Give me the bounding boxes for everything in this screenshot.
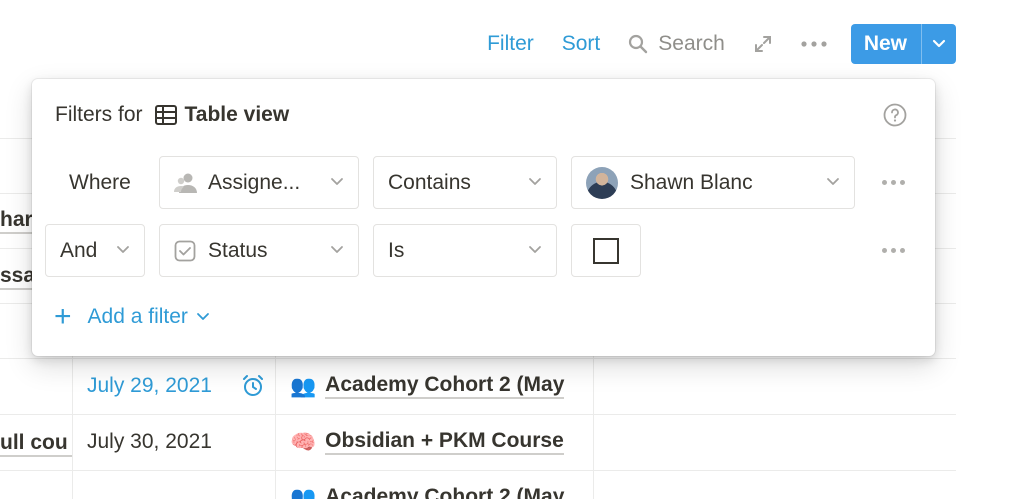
add-filter-label: Add a filter: [87, 305, 188, 328]
filter-popover: Filters for Table view Where Assigne...: [32, 79, 935, 356]
date-text: July 30, 2021: [87, 430, 212, 453]
chevron-down-icon: [331, 178, 343, 185]
filter-row-more-icon[interactable]: [882, 180, 905, 185]
add-filter-button[interactable]: + Add a filter: [54, 302, 210, 332]
project-link[interactable]: Academy Cohort 2 (May: [325, 373, 565, 399]
sort-button[interactable]: Sort: [562, 32, 601, 56]
chevron-down-icon: [331, 246, 343, 253]
project-link[interactable]: Obsidian + PKM Course: [325, 429, 564, 455]
chevron-down-icon: [827, 178, 839, 185]
table-cell-project[interactable]: 👥 Academy Cohort 2 (May: [290, 373, 593, 399]
database-toolbar: Filter Sort Search New: [487, 24, 956, 64]
filter-connector-select[interactable]: And: [45, 224, 145, 277]
filter-property-select[interactable]: Status: [159, 224, 359, 277]
search-button[interactable]: Search: [628, 32, 725, 56]
new-button-group: New: [850, 24, 956, 64]
search-icon: [629, 34, 648, 54]
filter-connector-where: Where: [69, 171, 131, 194]
chevron-down-icon: [932, 39, 946, 48]
filters-for-label: Filters for: [55, 103, 143, 126]
table-icon: [154, 105, 177, 125]
table-cell-name[interactable]: ssa: [0, 264, 36, 290]
filter-connector-label: And: [60, 238, 98, 262]
table-cell-date[interactable]: July 29, 2021: [87, 374, 212, 398]
people-emoji-icon: 👥: [290, 373, 317, 398]
chevron-down-icon: [529, 178, 541, 185]
filter-property-select[interactable]: Assigne...: [159, 156, 359, 209]
view-name: Table view: [184, 103, 290, 126]
chevron-down-icon: [117, 246, 129, 253]
help-icon[interactable]: [883, 103, 907, 132]
table-cell-name[interactable]: hare: [0, 208, 36, 234]
date-text: July 29, 2021: [87, 374, 212, 397]
table-cell-project[interactable]: 🧠 Obsidian + PKM Course: [290, 429, 593, 455]
filter-row-more-icon[interactable]: [882, 248, 905, 253]
brain-emoji-icon: 🧠: [290, 429, 317, 454]
filter-value-person-select[interactable]: Shawn Blanc: [571, 156, 855, 209]
new-dropdown-button[interactable]: [921, 24, 956, 64]
people-emoji-icon: 👥: [290, 485, 317, 499]
filter-value-checkbox[interactable]: [593, 237, 619, 264]
avatar: [586, 166, 618, 199]
filter-value-checkbox-box: [571, 224, 641, 277]
more-options-icon[interactable]: [801, 41, 827, 47]
filter-popover-header: Filters for Table view: [55, 103, 289, 127]
table-cell-project[interactable]: 👥 Academy Cohort 2 (May: [290, 485, 593, 499]
alarm-clock-icon: [243, 375, 263, 396]
table-cell-date[interactable]: July 30, 2021: [87, 430, 212, 454]
chevron-down-icon: [197, 313, 209, 320]
plus-icon: +: [54, 300, 72, 333]
search-label: Search: [658, 32, 725, 55]
filter-button[interactable]: Filter: [487, 32, 534, 56]
filter-property-label: Status: [208, 238, 268, 262]
expand-icon[interactable]: [753, 34, 773, 54]
chevron-down-icon: [529, 246, 541, 253]
person-icon: [174, 173, 197, 193]
row-divider: [0, 358, 956, 359]
filter-operator-label: Is: [388, 238, 405, 262]
filter-operator-select[interactable]: Contains: [373, 156, 557, 209]
new-button[interactable]: New: [851, 24, 921, 64]
filter-operator-label: Contains: [388, 170, 471, 194]
row-divider: [0, 470, 956, 471]
checkbox-property-icon: [174, 240, 196, 261]
project-link[interactable]: Academy Cohort 2 (May: [325, 485, 564, 499]
row-divider: [0, 414, 956, 415]
filter-operator-select[interactable]: Is: [373, 224, 557, 277]
table-cell-name[interactable]: ull cou: [0, 431, 72, 457]
filter-value-label: Shawn Blanc: [630, 170, 753, 194]
filter-property-label: Assigne...: [208, 170, 301, 194]
